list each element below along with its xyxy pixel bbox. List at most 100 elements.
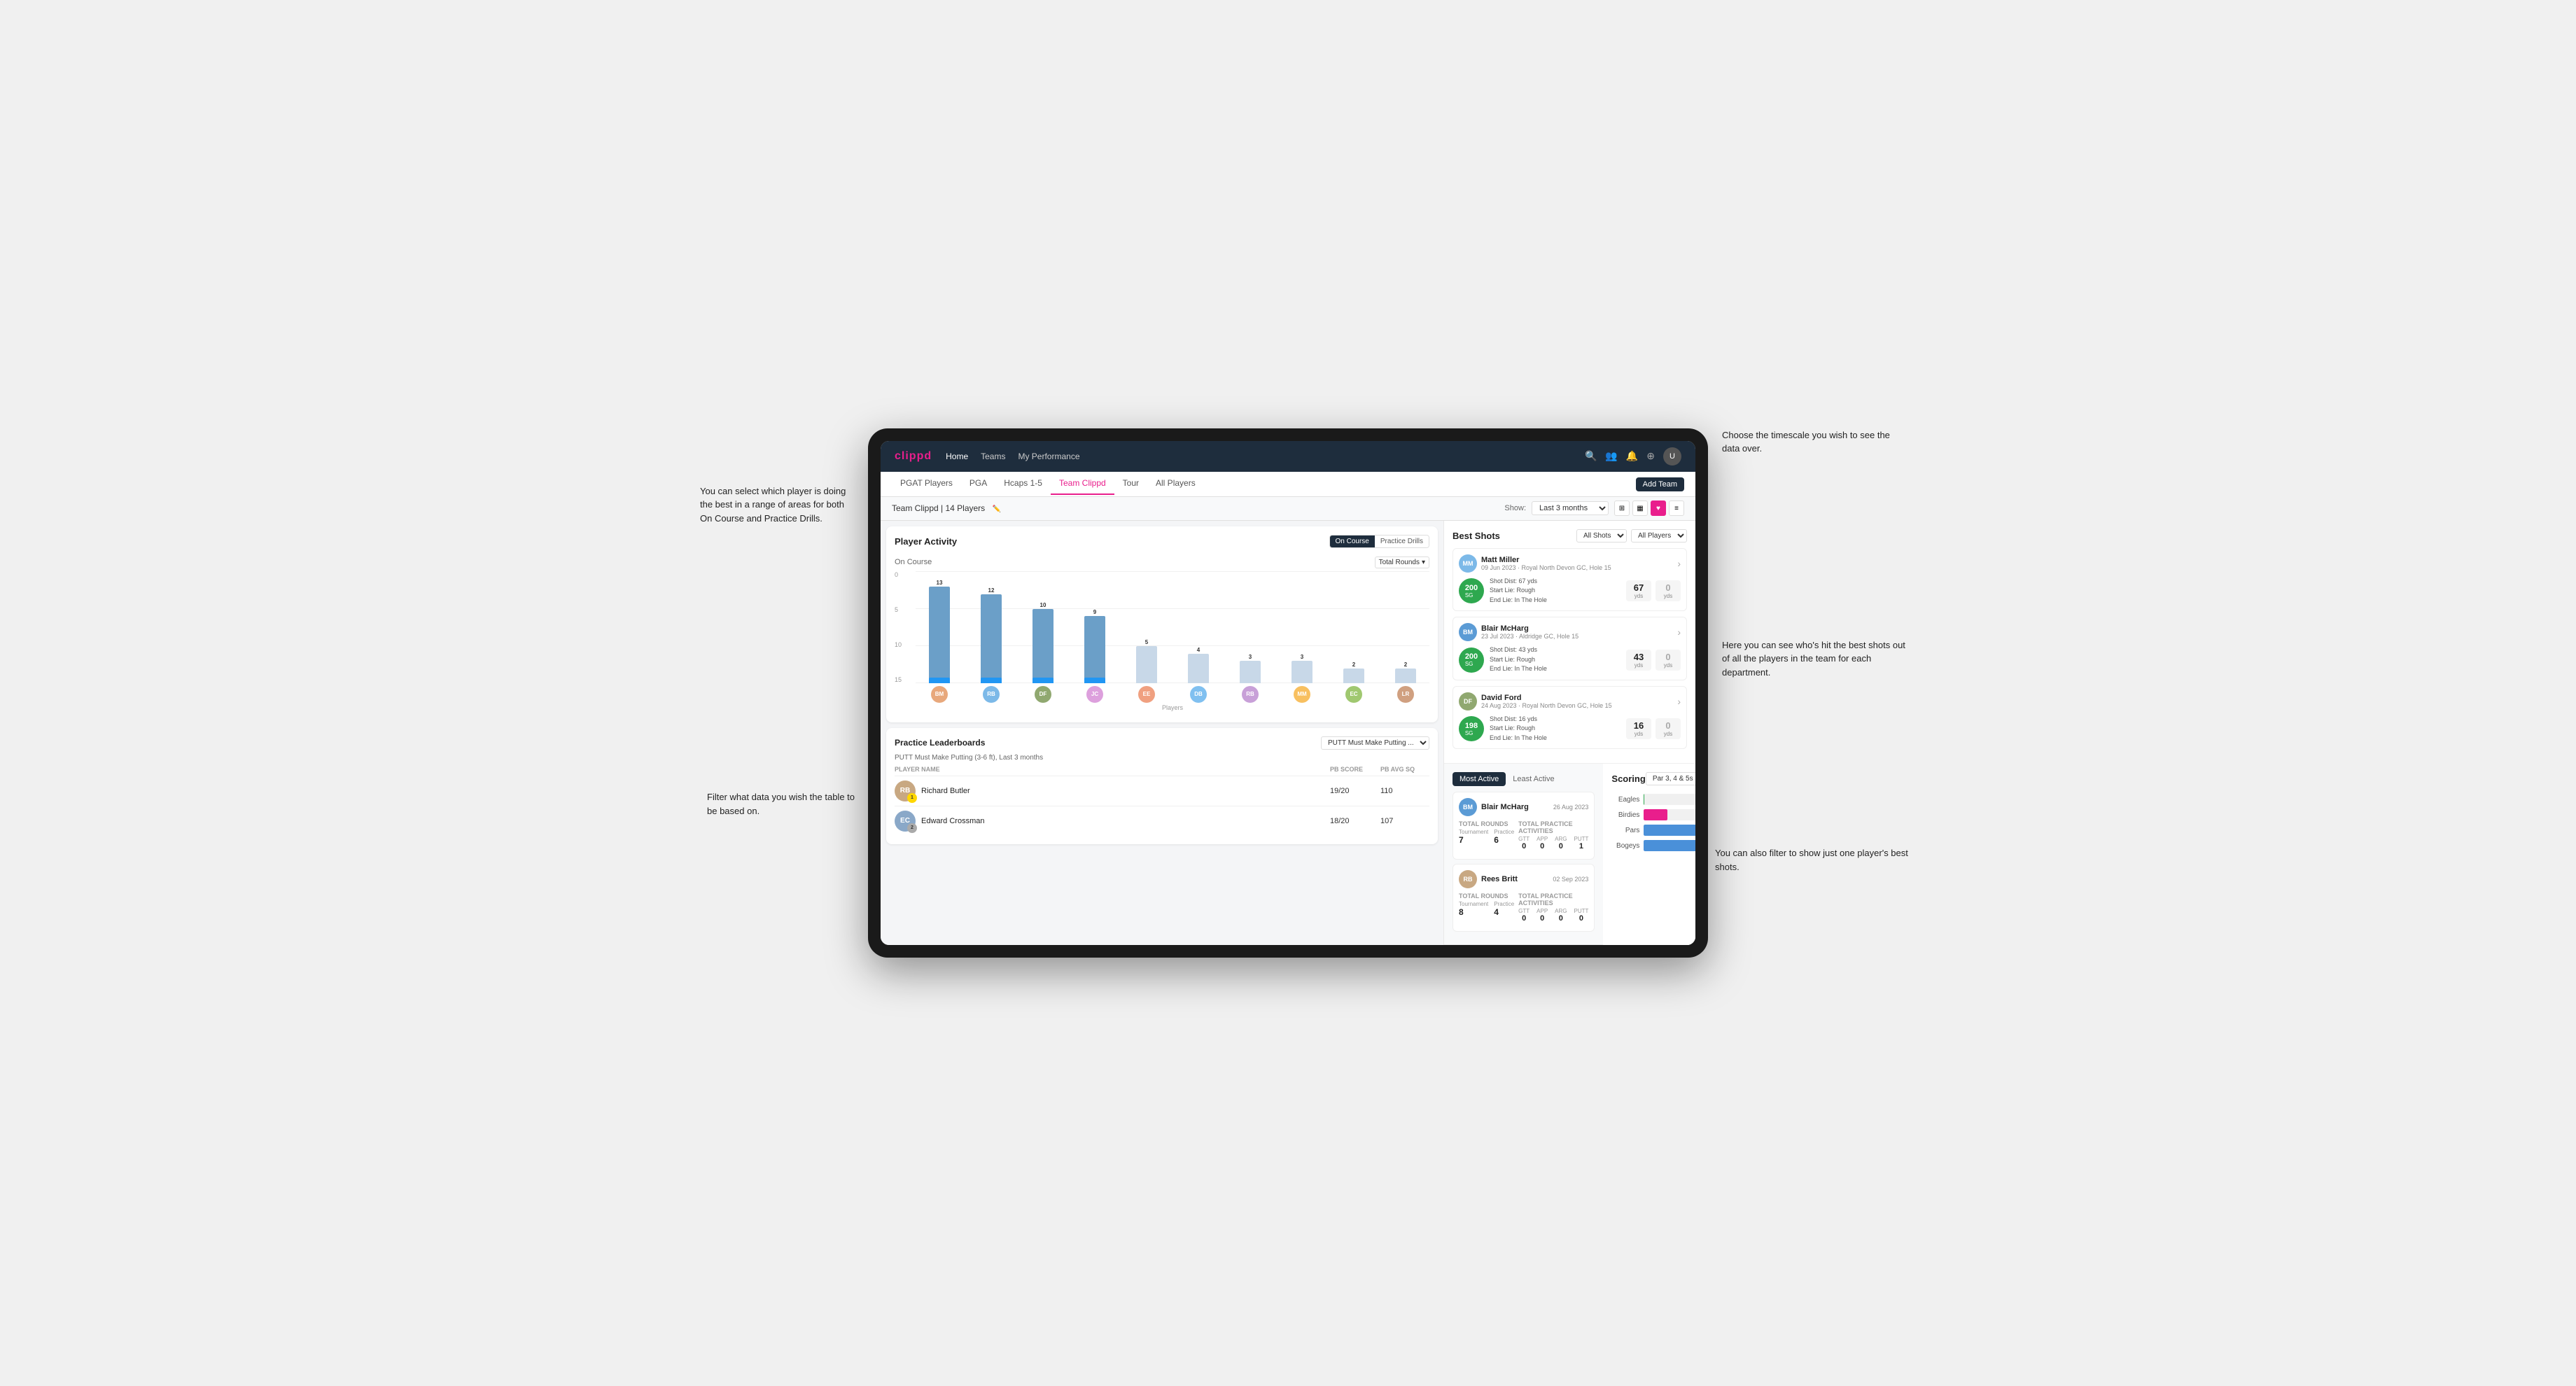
scoring-fill-pars <box>1644 825 1695 836</box>
scoring-row-pars: Pars 499 <box>1611 825 1695 836</box>
avatar-10: LR <box>1397 686 1414 703</box>
stat-unit-3a: yds <box>1634 731 1643 737</box>
course-toggle: On Course Practice Drills <box>1329 535 1429 548</box>
scoring-header: Scoring Par 3, 4 & 5s All Players <box>1611 772 1695 785</box>
shot-details-2: 200 SG Shot Dist: 43 ydsStart Lie: Rough… <box>1459 645 1681 674</box>
player-avatar-2: EC 2 <box>895 811 916 832</box>
shots-type-dropdown[interactable]: All Shots <box>1576 529 1627 542</box>
chart-sub-title: On Course <box>895 558 932 566</box>
bar-value-6: 4 <box>1197 647 1200 653</box>
total-rounds-block-1: Total Rounds Tournament 7 Practice <box>1459 820 1514 850</box>
shot-meta-2: 23 Jul 2023 · Aldridge GC, Hole 15 <box>1481 633 1578 640</box>
bar-value-4: 9 <box>1093 609 1096 615</box>
bar-highlight-1 <box>929 678 950 683</box>
tab-hcaps[interactable]: Hcaps 1-5 <box>995 472 1051 495</box>
view-list-button[interactable]: ≡ <box>1669 500 1684 516</box>
gtt-label-2: GTT <box>1518 908 1530 914</box>
scoring-title: Scoring <box>1611 774 1645 784</box>
avatar[interactable]: U <box>1663 447 1681 465</box>
practice-select[interactable]: PUTT Must Make Putting ... <box>1321 736 1429 750</box>
rounds-row-2: Total Rounds Tournament 8 Practice <box>1459 892 1588 923</box>
annotation-mr: Here you can see who's hit the best shot… <box>1722 638 1911 680</box>
practice-drills-toggle[interactable]: Practice Drills <box>1375 536 1429 547</box>
nav-link-performance[interactable]: My Performance <box>1018 451 1079 461</box>
nav-links: Home Teams My Performance <box>946 451 1571 461</box>
shots-players-dropdown[interactable]: All Players <box>1631 529 1687 542</box>
view-grid-button[interactable]: ▦ <box>1632 500 1648 516</box>
putt-col-2: PUTT 0 <box>1574 908 1589 923</box>
view-heart-button[interactable]: ♥ <box>1651 500 1666 516</box>
col-pb-avg: PB AVG SQ <box>1380 766 1429 773</box>
scoring-label-pars: Pars <box>1611 827 1639 834</box>
shot-card-2[interactable]: BM Blair McHarg 23 Jul 2023 · Aldridge G… <box>1452 617 1687 680</box>
bar-group-8: 3 <box>1278 654 1326 683</box>
most-active-tab[interactable]: Most Active <box>1452 772 1506 786</box>
scoring-bar-birdies: 96 <box>1644 809 1695 820</box>
bar-value-9: 2 <box>1352 662 1355 668</box>
search-icon[interactable]: 🔍 <box>1585 450 1597 462</box>
activities-title-1: Total Practice Activities <box>1518 820 1588 834</box>
active-avatar-2: RB <box>1459 870 1477 888</box>
team-title: Team Clippd | 14 Players <box>892 503 985 513</box>
tab-team-clippd[interactable]: Team Clippd <box>1051 472 1114 495</box>
tab-all-players[interactable]: All Players <box>1147 472 1204 495</box>
gtt-val-2: 0 <box>1522 914 1526 923</box>
avatar-3: DF <box>1035 686 1051 703</box>
total-rounds-dropdown[interactable]: Total Rounds ▾ <box>1375 556 1429 568</box>
shots-header: Best Shots All Shots All Players <box>1452 529 1687 542</box>
main-content: Player Activity On Course Practice Drill… <box>881 521 1695 946</box>
bar-highlight-2 <box>981 678 1002 683</box>
putt-val-2: 0 <box>1579 914 1583 923</box>
scoring-filter: Par 3, 4 & 5s All Players <box>1646 772 1695 785</box>
active-player-info-1: BM Blair McHarg <box>1459 798 1529 816</box>
score-1: 19/20 <box>1330 787 1379 795</box>
add-team-button[interactable]: Add Team <box>1636 477 1684 491</box>
nav-link-teams[interactable]: Teams <box>981 451 1005 461</box>
arg-label-2: ARG <box>1555 908 1567 914</box>
sub-nav: PGAT Players PGA Hcaps 1-5 Team Clippd T… <box>881 472 1695 497</box>
bar-highlight-3 <box>1032 678 1054 683</box>
bar-value-7: 3 <box>1249 654 1252 660</box>
scoring-bar-bogeys: 315 <box>1644 840 1695 851</box>
edit-icon[interactable]: ✏️ <box>993 505 1001 513</box>
putt-val-1: 1 <box>1579 842 1583 850</box>
shot-meta-3: 24 Aug 2023 · Royal North Devon GC, Hole… <box>1481 702 1612 709</box>
rounds-row-1: Total Rounds Tournament 7 Practice <box>1459 820 1588 850</box>
plus-circle-icon[interactable]: ⊕ <box>1646 450 1655 462</box>
scoring-par-dropdown[interactable]: Par 3, 4 & 5s <box>1646 772 1695 785</box>
tab-pga[interactable]: PGA <box>961 472 995 495</box>
bar-value-3: 10 <box>1040 602 1046 608</box>
practice-title: Practice Leaderboards <box>895 738 985 748</box>
least-active-tab[interactable]: Least Active <box>1506 772 1561 786</box>
show-select[interactable]: Last 3 months Last 6 months Last 12 mont… <box>1532 501 1609 515</box>
nav-brand: clippd <box>895 450 932 463</box>
view-grid-small-button[interactable]: ⊞ <box>1614 500 1630 516</box>
stat-box-3a: 16 yds <box>1626 718 1651 739</box>
on-course-toggle[interactable]: On Course <box>1330 536 1375 547</box>
active-card-2-header: RB Rees Britt 02 Sep 2023 <box>1459 870 1588 888</box>
shot-card-1[interactable]: MM Matt Miller 09 Jun 2023 · Royal North… <box>1452 548 1687 612</box>
stat-box-3b: 0 yds <box>1656 718 1681 739</box>
tab-tour[interactable]: Tour <box>1114 472 1147 495</box>
practice-header: Practice Leaderboards PUTT Must Make Put… <box>895 736 1429 750</box>
shots-filter: All Shots All Players <box>1576 529 1687 542</box>
scoring-fill-bogeys <box>1644 840 1695 851</box>
chevron-right-icon-1: › <box>1677 558 1681 569</box>
app-val-1: 0 <box>1540 842 1544 850</box>
arg-val-1: 0 <box>1559 842 1563 850</box>
shot-card-3[interactable]: DF David Ford 24 Aug 2023 · Royal North … <box>1452 686 1687 750</box>
activities-block-2: Total Practice Activities GTT 0 APP <box>1518 892 1588 923</box>
shot-badge-1: 200 SG <box>1459 578 1484 603</box>
arg-label-1: ARG <box>1555 836 1567 842</box>
bar-7 <box>1240 661 1261 683</box>
scoring-bar-pars: 499 <box>1644 825 1695 836</box>
bar-value-2: 12 <box>988 587 995 594</box>
right-col: Best Shots All Shots All Players <box>1443 521 1695 946</box>
tab-pgat-players[interactable]: PGAT Players <box>892 472 961 495</box>
users-icon[interactable]: 👥 <box>1605 450 1617 462</box>
player-name-2: Edward Crossman <box>921 817 984 825</box>
bar-group-3: 10 <box>1019 602 1067 683</box>
bell-icon[interactable]: 🔔 <box>1626 450 1638 462</box>
shot-player-details-1: Matt Miller 09 Jun 2023 · Royal North De… <box>1481 556 1611 571</box>
nav-link-home[interactable]: Home <box>946 451 968 461</box>
